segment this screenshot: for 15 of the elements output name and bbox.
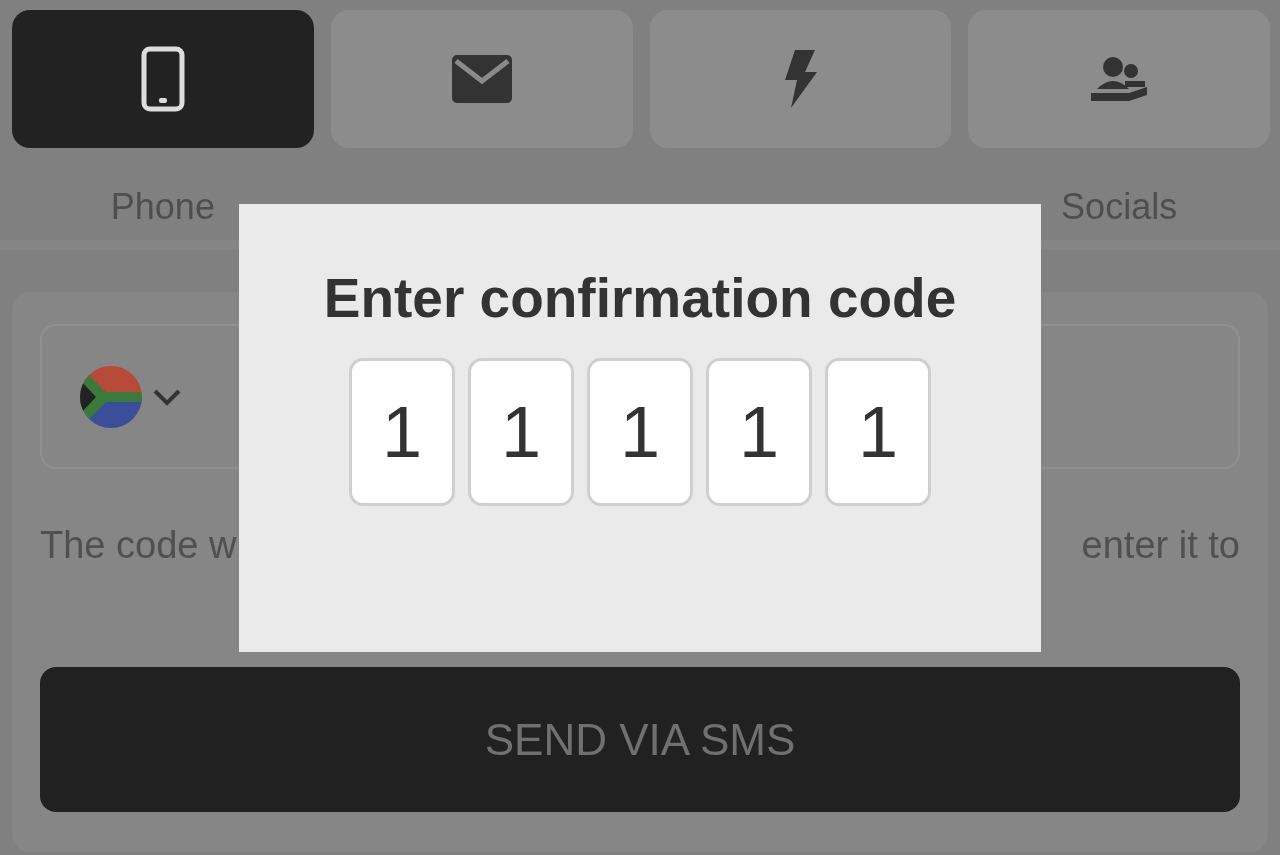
phone-icon: [140, 46, 185, 112]
flag-icon: [80, 365, 142, 428]
people-icon: [1089, 55, 1150, 103]
login-method-tab[interactable]: [968, 10, 1270, 148]
code-digit-field[interactable]: 1: [587, 358, 693, 506]
login-method-tab[interactable]: [330, 10, 633, 148]
chevron-down-icon: [152, 387, 182, 406]
lightning-icon: [783, 50, 818, 108]
code-digit-field[interactable]: 1: [825, 358, 931, 506]
code-digit-field[interactable]: 1: [468, 358, 574, 506]
code-digit-field[interactable]: 1: [706, 358, 812, 506]
dialog-title: Enter confirmation code: [323, 266, 957, 330]
code-digit-field[interactable]: 1: [349, 358, 455, 506]
envelope-icon: [451, 55, 512, 103]
login-method-tab[interactable]: [12, 10, 314, 148]
